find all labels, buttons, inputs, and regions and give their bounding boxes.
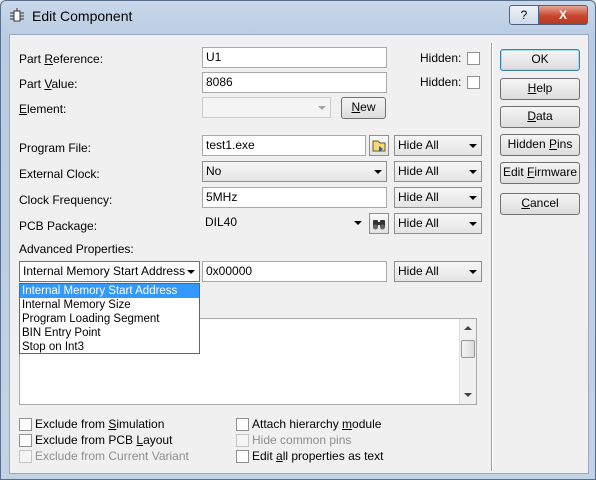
element-select[interactable] <box>202 97 331 118</box>
external-clock-visibility-select[interactable]: Hide All <box>394 161 482 182</box>
binoculars-icon[interactable] <box>369 213 389 234</box>
scroll-thumb[interactable] <box>461 340 475 358</box>
scroll-down-icon[interactable] <box>464 393 472 397</box>
exclude-simulation-label: Exclude from Simulation <box>35 417 165 431</box>
data-button[interactable]: Data <box>500 106 580 128</box>
dropdown-option[interactable]: Program Loading Segment <box>20 312 199 326</box>
component-icon <box>10 8 24 22</box>
program-file-label: Program File: <box>19 141 92 155</box>
external-clock-label: External Clock: <box>19 167 100 181</box>
dropdown-arrow-icon <box>318 106 326 110</box>
scroll-up-icon[interactable] <box>464 326 472 330</box>
advanced-properties-label: Advanced Properties: <box>19 242 134 256</box>
vertical-scrollbar[interactable] <box>459 319 476 404</box>
part-value-label: Part Value: <box>19 77 78 91</box>
edit-all-properties-label: Edit all properties as text <box>252 449 384 463</box>
clock-frequency-visibility-select[interactable]: Hide All <box>394 187 482 208</box>
program-file-visibility-select[interactable]: Hide All <box>394 135 482 156</box>
exclude-simulation-checkbox[interactable] <box>19 418 32 431</box>
browse-folder-icon[interactable] <box>369 135 389 156</box>
exclude-pcb-layout-label: Exclude from PCB Layout <box>35 433 173 447</box>
title-bar: Edit Component ? X <box>1 1 595 33</box>
part-value-hidden-checkbox[interactable] <box>467 76 480 89</box>
hide-common-pins-label: Hide common pins <box>252 433 352 447</box>
advanced-property-value-input[interactable]: 0x00000 <box>202 261 387 282</box>
pcb-package-visibility-select[interactable]: Hide All <box>394 213 482 234</box>
attach-hierarchy-module-label: Attach hierarchy module <box>252 417 382 431</box>
new-element-button[interactable]: New <box>341 97 386 119</box>
clock-frequency-label: Clock Frequency: <box>19 193 113 207</box>
advanced-property-visibility-select[interactable]: Hide All <box>394 261 482 282</box>
help-button[interactable]: Help <box>500 78 580 100</box>
dropdown-option[interactable]: Internal Memory Start Address <box>20 284 199 298</box>
exclude-current-variant-checkbox[interactable] <box>19 450 32 463</box>
part-reference-hidden-checkbox[interactable] <box>467 52 480 65</box>
title-help-button[interactable]: ? <box>509 5 539 25</box>
element-label: Element: <box>19 102 67 116</box>
advanced-property-select[interactable]: Internal Memory Start Address <box>19 261 200 282</box>
exclude-pcb-layout-checkbox[interactable] <box>19 434 32 447</box>
dropdown-arrow-icon <box>374 170 382 174</box>
clock-frequency-input[interactable]: 5MHz <box>202 187 387 208</box>
hide-common-pins-checkbox[interactable] <box>236 434 249 447</box>
dropdown-arrow-icon <box>354 221 362 225</box>
pcb-package-select[interactable]: DIL40 <box>202 213 366 234</box>
dropdown-arrow-icon <box>469 270 477 274</box>
cancel-button[interactable]: Cancel <box>500 193 580 215</box>
pcb-package-label: PCB Package: <box>19 219 98 233</box>
close-button[interactable]: X <box>538 5 588 25</box>
dropdown-arrow-icon <box>187 270 195 274</box>
dropdown-option[interactable]: Stop on Int3 <box>20 340 199 354</box>
vertical-divider <box>491 43 493 471</box>
external-clock-select[interactable]: No <box>202 161 387 182</box>
window-title: Edit Component <box>32 8 133 24</box>
dropdown-option[interactable]: BIN Entry Point <box>20 326 199 340</box>
dropdown-option[interactable]: Internal Memory Size <box>20 298 199 312</box>
dropdown-arrow-icon <box>469 144 477 148</box>
dialog-body: Part Reference: U1 Hidden: Part Value: 8… <box>9 34 589 474</box>
part-value-input[interactable]: 8086 <box>202 72 387 93</box>
edit-component-dialog: Edit Component ? X Part Reference: U1 Hi… <box>0 0 596 480</box>
dropdown-arrow-icon <box>469 170 477 174</box>
edit-firmware-button[interactable]: Edit Firmware <box>500 162 580 184</box>
part-reference-hidden-label: Hidden: <box>420 51 462 65</box>
program-file-input[interactable]: test1.exe <box>202 135 366 156</box>
part-reference-label: Part Reference: <box>19 52 104 66</box>
attach-hierarchy-module-checkbox[interactable] <box>236 418 249 431</box>
hidden-pins-button[interactable]: Hidden Pins <box>500 134 580 156</box>
edit-all-properties-checkbox[interactable] <box>236 450 249 463</box>
dropdown-arrow-icon <box>469 222 477 226</box>
exclude-current-variant-label: Exclude from Current Variant <box>35 449 189 463</box>
ok-button[interactable]: OK <box>500 49 580 71</box>
part-value-hidden-label: Hidden: <box>420 75 462 89</box>
part-reference-input[interactable]: U1 <box>202 47 387 68</box>
advanced-property-dropdown-list[interactable]: Internal Memory Start Address Internal M… <box>19 283 200 354</box>
dropdown-arrow-icon <box>469 196 477 200</box>
